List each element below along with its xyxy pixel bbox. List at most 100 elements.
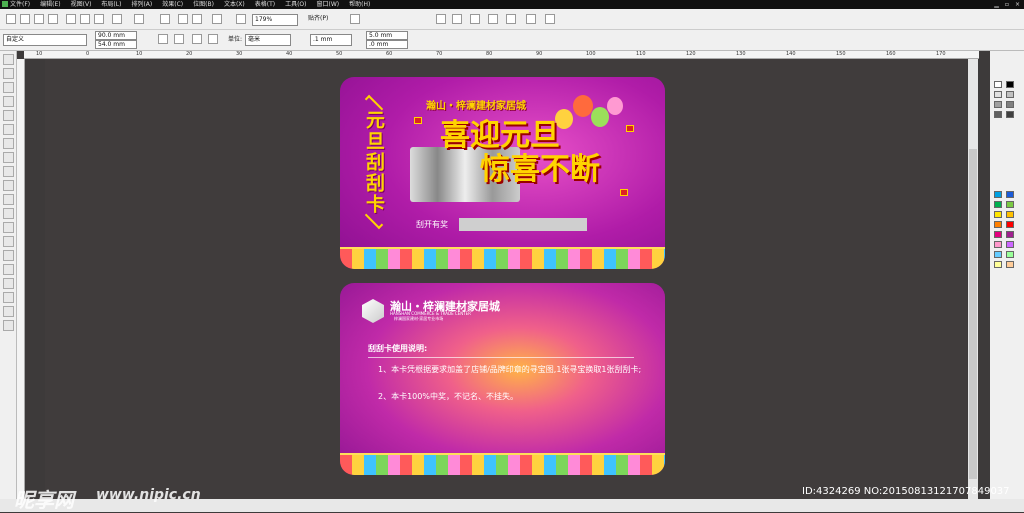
menu-window[interactable]: 窗口(W): [317, 0, 340, 9]
save-icon[interactable]: [34, 14, 44, 24]
menu-tools[interactable]: 工具(O): [285, 0, 306, 9]
color-swatch[interactable]: [994, 191, 1002, 198]
menu-help[interactable]: 帮助(H): [349, 0, 370, 9]
color-swatch[interactable]: [994, 101, 1002, 108]
color-swatch[interactable]: [1006, 251, 1014, 258]
color-swatch[interactable]: [1006, 211, 1014, 218]
menu-table[interactable]: 表格(T): [255, 0, 275, 9]
portrait-icon[interactable]: [158, 34, 168, 44]
smart-fill-icon[interactable]: [3, 124, 14, 135]
color-swatch[interactable]: [994, 91, 1002, 98]
menu-arrange[interactable]: 排列(A): [131, 0, 152, 9]
color-swatch[interactable]: [994, 221, 1002, 228]
color-swatch[interactable]: [1006, 81, 1014, 88]
corel-connect-icon[interactable]: [452, 14, 462, 24]
new-icon[interactable]: [6, 14, 16, 24]
color-swatch[interactable]: [1006, 91, 1014, 98]
color-swatch[interactable]: [1006, 201, 1014, 208]
color-swatch[interactable]: [994, 231, 1002, 238]
unit-select[interactable]: 毫米: [245, 34, 291, 46]
menu-edit[interactable]: 编辑(E): [40, 0, 60, 9]
welcome-icon[interactable]: [436, 14, 446, 24]
cut-icon[interactable]: [66, 14, 76, 24]
table-tool-icon[interactable]: [3, 208, 14, 219]
color-swatch[interactable]: [1006, 191, 1014, 198]
search-icon[interactable]: [160, 14, 170, 24]
menu-text[interactable]: 文本(X): [224, 0, 245, 9]
text-tool-icon[interactable]: [3, 194, 14, 205]
crop-tool-icon[interactable]: [3, 82, 14, 93]
color-swatch[interactable]: [994, 241, 1002, 248]
freehand-tool-icon[interactable]: [3, 110, 14, 121]
basic-shapes-icon[interactable]: [3, 180, 14, 191]
color-swatch[interactable]: [1006, 111, 1014, 118]
vertical-scrollbar[interactable]: [968, 59, 978, 499]
zoom-select[interactable]: 179%: [252, 14, 298, 26]
duplicate-y-input[interactable]: .0 mm: [366, 40, 408, 49]
menu-layout[interactable]: 布局(L): [101, 0, 121, 9]
color-swatch[interactable]: [994, 261, 1002, 268]
minimize-icon[interactable]: ▁: [994, 0, 999, 9]
nudge-distance-input[interactable]: .1 mm: [310, 34, 352, 46]
menu-effects[interactable]: 效果(C): [162, 0, 183, 9]
pick-tool-icon[interactable]: [3, 54, 14, 65]
options-icon[interactable]: [350, 14, 360, 24]
snap-to-button[interactable]: 贴齐(P): [308, 13, 328, 25]
eyedropper-icon[interactable]: [3, 278, 14, 289]
scratch-area[interactable]: [459, 218, 587, 231]
dimension-tool-icon[interactable]: [3, 222, 14, 233]
connector-tool-icon[interactable]: [3, 236, 14, 247]
publish-pdf-icon[interactable]: [212, 14, 222, 24]
fill-tool-icon[interactable]: [3, 306, 14, 317]
color-swatch[interactable]: [994, 201, 1002, 208]
print-icon[interactable]: [48, 14, 58, 24]
open-icon[interactable]: [20, 14, 30, 24]
color-swatch[interactable]: [994, 211, 1002, 218]
blend-tool-icon[interactable]: [3, 250, 14, 261]
scrapbook-icon[interactable]: [470, 14, 480, 24]
vertical-ruler[interactable]: [17, 59, 25, 499]
pdf-icon[interactable]: [545, 14, 555, 24]
close-icon[interactable]: ×: [1015, 0, 1020, 9]
interactive-fill-icon[interactable]: [3, 320, 14, 331]
menu-view[interactable]: 视图(V): [71, 0, 92, 9]
color-swatch[interactable]: [1006, 101, 1014, 108]
color-swatch[interactable]: [994, 81, 1002, 88]
color-swatch[interactable]: [1006, 241, 1014, 248]
page-width-input[interactable]: 90.0 mm: [95, 31, 137, 40]
color-swatch[interactable]: [994, 251, 1002, 258]
copy-icon[interactable]: [80, 14, 90, 24]
align-icon[interactable]: [506, 14, 516, 24]
color-swatch[interactable]: [1006, 221, 1014, 228]
duplicate-x-input[interactable]: 5.0 mm: [366, 31, 408, 40]
app-launcher-icon[interactable]: [236, 14, 246, 24]
excel-icon[interactable]: [526, 14, 536, 24]
page-height-input[interactable]: 54.0 mm: [95, 40, 137, 49]
polygon-tool-icon[interactable]: [3, 166, 14, 177]
undo-icon[interactable]: [112, 14, 122, 24]
page-preset-select[interactable]: 自定义: [3, 34, 87, 46]
zoom-tool-icon[interactable]: [3, 96, 14, 107]
color-swatch[interactable]: [1006, 261, 1014, 268]
landscape-icon[interactable]: [174, 34, 184, 44]
scratch-card-front[interactable]: 元旦刮刮卡 瀚山・梓澜建材家居城 喜迎元旦 惊喜不断 刮开有奖: [340, 77, 665, 269]
outline-pen-icon[interactable]: [3, 292, 14, 303]
current-page-icon[interactable]: [208, 34, 218, 44]
horizontal-ruler[interactable]: 10 0 10 20 30 40 50 60 70 80 90 100 110 …: [24, 51, 979, 59]
ellipse-tool-icon[interactable]: [3, 152, 14, 163]
color-swatch[interactable]: [994, 111, 1002, 118]
scratch-card-back[interactable]: 瀚山・梓澜建材家居城 HANSHAN COMMERCE & TRADE CENT…: [340, 283, 665, 475]
transparency-tool-icon[interactable]: [3, 264, 14, 275]
shape-tool-icon[interactable]: [3, 68, 14, 79]
color-swatch[interactable]: [1006, 231, 1014, 238]
all-pages-icon[interactable]: [192, 34, 202, 44]
redo-icon[interactable]: [134, 14, 144, 24]
import-icon[interactable]: [178, 14, 188, 24]
menu-bitmaps[interactable]: 位图(B): [193, 0, 214, 9]
restore-icon[interactable]: ▫: [1005, 0, 1009, 9]
export-icon[interactable]: [192, 14, 202, 24]
menu-file[interactable]: 文件(F): [10, 0, 30, 9]
scrollbar-thumb[interactable]: [969, 149, 977, 479]
paste-icon[interactable]: [94, 14, 104, 24]
rectangle-tool-icon[interactable]: [3, 138, 14, 149]
